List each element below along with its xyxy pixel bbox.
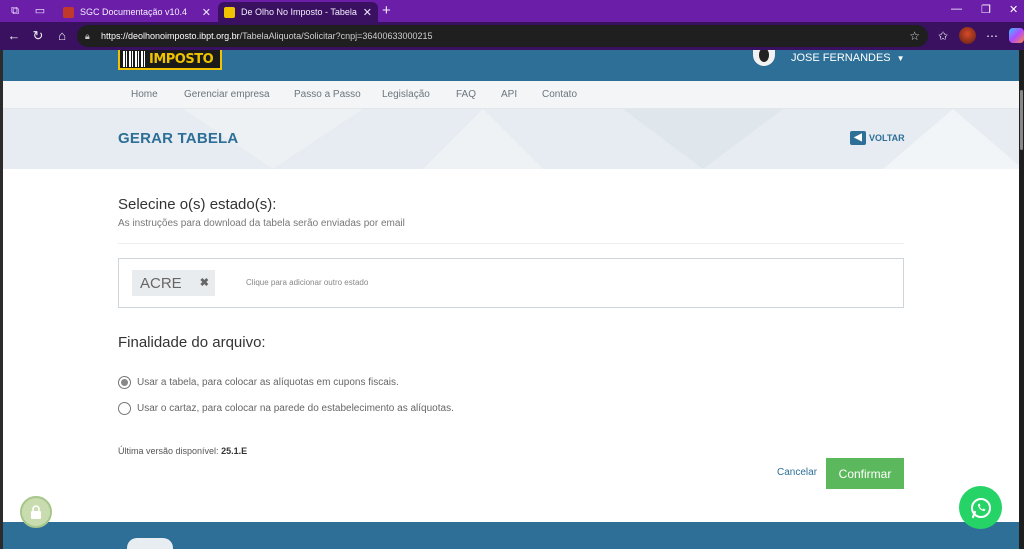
barcode-icon — [123, 51, 145, 67]
tab-title: De Olho No Imposto - Tabela de A — [241, 7, 357, 17]
cancel-link[interactable]: Cancelar — [777, 467, 817, 478]
favorite-star-icon[interactable]: ☆ — [909, 29, 920, 43]
footer-logo — [127, 538, 173, 549]
nav-home[interactable]: Home — [131, 89, 158, 100]
site-footer — [3, 522, 1019, 549]
remove-state-icon[interactable]: ✖ — [200, 276, 209, 289]
sgc-favicon-icon — [63, 6, 74, 18]
close-tab-icon[interactable]: ✕ — [363, 6, 372, 19]
divider — [118, 243, 904, 244]
browser-toolbar: ← ↻ ⌂ 🔒︎ https://deolhonoimposto.ibpt.or… — [0, 22, 1024, 50]
web-page: IMPOSTO JOSE FERNANDES ▼ Home Gerenciar … — [3, 50, 1019, 549]
add-state-placeholder[interactable]: Clique para adicionar outro estado — [246, 278, 368, 287]
profile-avatar[interactable] — [959, 27, 976, 44]
address-bar[interactable]: 🔒︎ https://deolhonoimposto.ibpt.org.br/T… — [77, 25, 928, 47]
user-menu[interactable]: JOSE FERNANDES ▼ — [753, 50, 905, 66]
lock-icon[interactable] — [20, 496, 52, 528]
purpose-heading: Finalidade do arquivo: — [118, 334, 266, 351]
nav-legislacao[interactable]: Legislação — [382, 89, 430, 100]
browser-tab-strip: ⧉ ▭ SGC Documentação v10.4 ✕ De Olho No … — [0, 0, 1024, 22]
state-multiselect[interactable]: ACRE ✖ Clique para adicionar outro estad… — [118, 258, 904, 308]
logo-text: IMPOSTO — [149, 51, 214, 67]
workspaces-icon[interactable]: ⧉ — [8, 4, 22, 18]
option-label: Usar o cartaz, para colocar na parede do… — [137, 403, 454, 414]
option-cartaz[interactable]: Usar o cartaz, para colocar na parede do… — [118, 402, 454, 415]
restore-icon[interactable]: ❐ — [981, 3, 991, 16]
main-nav: Home Gerenciar empresa Passo a Passo Leg… — [3, 81, 1019, 109]
browser-tab-sgc[interactable]: SGC Documentação v10.4 ✕ — [57, 2, 217, 22]
option-tabela[interactable]: Usar a tabela, para colocar as alíquotas… — [118, 376, 399, 389]
caret-down-icon: ▼ — [896, 53, 905, 63]
user-avatar — [753, 50, 775, 66]
back-label: VOLTAR — [869, 133, 905, 143]
states-heading: Selecine o(s) estado(s): — [118, 196, 277, 213]
lock-icon[interactable]: 🔒︎ — [85, 31, 95, 41]
url-text: https://deolhonoimposto.ibpt.org.br/Tabe… — [101, 31, 433, 41]
reload-icon[interactable]: ↻ — [30, 28, 46, 44]
deolho-favicon-icon — [224, 6, 235, 18]
minimize-icon[interactable]: — — [951, 3, 962, 15]
user-name: JOSE FERNANDES — [791, 52, 891, 64]
banner-decoration — [623, 109, 783, 169]
copilot-icon[interactable] — [1009, 28, 1024, 43]
page-title: GERAR TABELA — [118, 130, 239, 147]
state-chip: ACRE ✖ — [132, 270, 215, 296]
tab-actions-icon[interactable]: ▭ — [33, 4, 47, 18]
site-header: IMPOSTO JOSE FERNANDES ▼ — [3, 50, 1019, 81]
tab-title: SGC Documentação v10.4 — [80, 7, 188, 17]
close-tab-icon[interactable]: ✕ — [202, 6, 211, 19]
arrow-left-icon: ◀ — [850, 131, 866, 145]
radio-button[interactable] — [118, 376, 131, 389]
states-subtitle: As instruções para download da tabela se… — [118, 218, 405, 229]
whatsapp-icon[interactable] — [959, 486, 1002, 529]
new-tab-plus-icon[interactable]: + — [382, 2, 391, 20]
version-value: 25.1.E — [221, 446, 248, 456]
version-info: Última versão disponível: 25.1.E — [118, 446, 247, 456]
page-scrollbar[interactable] — [1019, 50, 1024, 549]
browser-tab-deolho[interactable]: De Olho No Imposto - Tabela de A ✕ — [218, 2, 378, 22]
nav-contato[interactable]: Contato — [542, 89, 577, 100]
page-banner: GERAR TABELA ◀ VOLTAR — [3, 109, 1019, 169]
nav-passo-a-passo[interactable]: Passo a Passo — [294, 89, 361, 100]
favorites-icon[interactable]: ✩ — [935, 28, 951, 44]
confirm-button[interactable]: Confirmar — [826, 458, 904, 489]
version-label: Última versão disponível: — [118, 446, 219, 456]
site-logo[interactable]: IMPOSTO — [118, 50, 222, 70]
banner-decoration — [423, 109, 543, 169]
back-arrow-icon[interactable]: ← — [6, 28, 22, 44]
nav-api[interactable]: API — [501, 89, 517, 100]
home-icon[interactable]: ⌂ — [54, 28, 70, 44]
radio-button[interactable] — [118, 402, 131, 415]
back-button[interactable]: ◀ VOLTAR — [850, 131, 905, 145]
state-chip-label: ACRE — [140, 274, 182, 292]
nav-gerenciar-empresa[interactable]: Gerenciar empresa — [184, 89, 270, 100]
scrollbar-thumb[interactable] — [1020, 90, 1023, 150]
more-menu-icon[interactable]: ⋯ — [984, 28, 1000, 44]
option-label: Usar a tabela, para colocar as alíquotas… — [137, 377, 399, 388]
nav-faq[interactable]: FAQ — [456, 89, 476, 100]
close-window-icon[interactable]: ✕ — [1009, 3, 1018, 16]
